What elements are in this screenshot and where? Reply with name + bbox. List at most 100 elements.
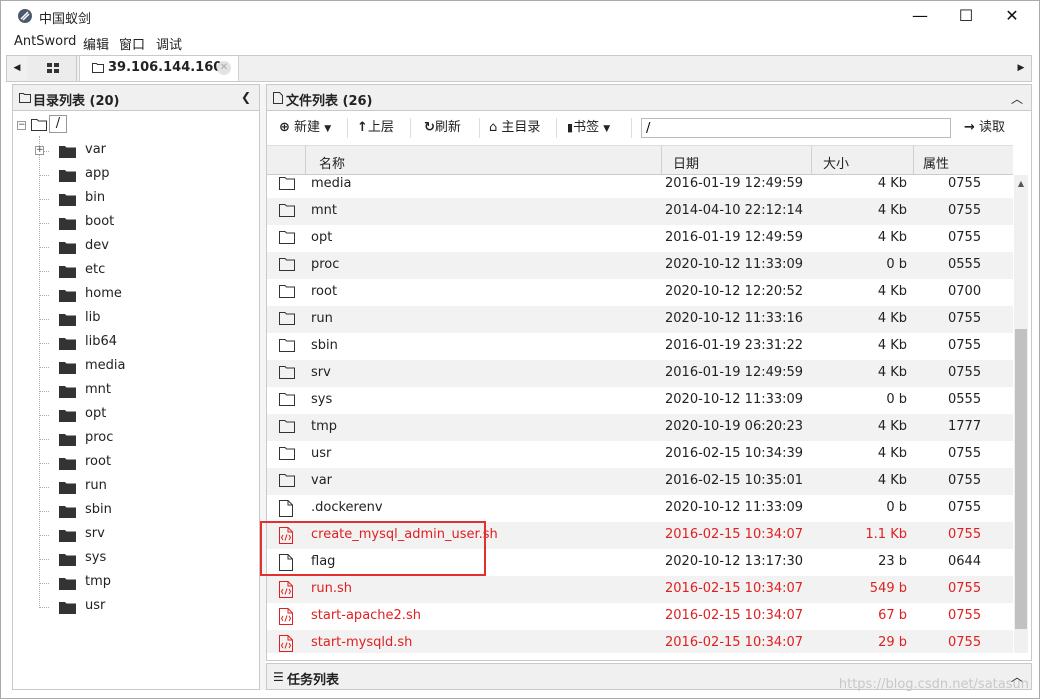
folder-icon [59,170,76,182]
file-attr: 1777 [948,419,982,434]
table-row[interactable]: srv 2016-01-19 12:49:59 4 Kb 0755 [267,360,1013,387]
home-button-label: 主目录 [501,120,541,135]
menu-window[interactable]: 窗口 [119,34,145,53]
tree-item-usr[interactable]: usr [39,596,227,618]
up-button[interactable]: ↑上层 [357,118,394,138]
maximize-button[interactable]: ☐ [943,1,989,31]
table-row[interactable]: start-apache2.sh 2016-02-15 10:34:07 67 b 0… [267,603,1013,630]
file-size: 1.1 Kb [865,527,907,542]
file-size: 549 b [869,581,907,596]
table-row[interactable]: run 2020-10-12 11:33:16 4 Kb 0755 [267,306,1013,333]
menu-edit[interactable]: 编辑 [83,34,109,53]
table-row[interactable]: sys 2020-10-12 11:33:09 0 b 0555 [267,387,1013,414]
expand-toggle-icon[interactable]: + [35,146,44,155]
table-row[interactable]: opt 2016-01-19 12:49:59 4 Kb 0755 [267,225,1013,252]
bookmark-button[interactable]: ▮书签 ▼ [567,118,610,138]
tab-scroll-left-icon[interactable]: ◀ [7,56,27,81]
table-row[interactable]: tmp 2020-10-19 06:20:23 4 Kb 1777 [267,414,1013,441]
file-grid-scrollbar[interactable]: ▲ [1014,175,1028,653]
file-name: start-mysqld.sh [311,635,413,650]
tree-item-tmp[interactable]: tmp [39,572,227,594]
tree-item-sys[interactable]: sys [39,548,227,570]
column-header-name[interactable]: 名称 [319,153,345,172]
table-row[interactable]: var 2016-02-15 10:35:01 4 Kb 0755 [267,468,1013,495]
column-header-attr[interactable]: 属性 [923,153,949,172]
tree-item-dev[interactable]: dev [39,236,227,258]
scroll-up-icon[interactable]: ▲ [1014,179,1028,188]
file-size: 23 b [878,554,907,569]
table-row[interactable]: run.sh 2016-02-15 10:34:07 549 b 0755 [267,576,1013,603]
folder-icon [59,386,76,398]
table-row[interactable]: media 2016-01-19 12:49:59 4 Kb 0755 [267,175,1013,198]
menu-debug[interactable]: 调试 [156,34,182,53]
folder-icon [59,290,76,302]
tree-root-node[interactable]: / [49,115,67,133]
file-panel-header: 文件列表 (26) ︿ [267,85,1031,111]
folder-icon [59,314,76,326]
tree-item-media[interactable]: media [39,356,227,378]
collapse-up-icon[interactable]: ︿ [1011,90,1023,107]
tab-close-icon[interactable]: ✕ [217,61,231,75]
folder-outline-icon [279,231,295,244]
table-row[interactable]: root 2020-10-12 12:20:52 4 Kb 0700 [267,279,1013,306]
close-button[interactable]: ✕ [989,1,1035,31]
tree-item-lib[interactable]: lib [39,308,227,330]
file-attr: 0644 [948,554,982,569]
tree-item-lib64[interactable]: lib64 [39,332,227,354]
tree-item-root[interactable]: root [39,452,227,474]
caret-down-icon: ▼ [603,124,611,134]
file-size: 4 Kb [877,203,907,218]
minimize-button[interactable]: — [897,1,943,31]
tree-item-bin[interactable]: bin [39,188,227,210]
column-header-size[interactable]: 大小 [823,153,849,172]
file-date: 2016-02-15 10:34:39 [665,446,804,461]
table-row[interactable]: proc 2020-10-12 11:33:09 0 b 0555 [267,252,1013,279]
arrow-right-icon: → [964,120,975,135]
collapse-left-icon[interactable]: ❮ [241,90,251,104]
tree-item-label: bin [85,190,106,205]
tree-item-run[interactable]: run [39,476,227,498]
window-title: 中国蚁剑 [39,12,92,27]
tree-item-proc[interactable]: proc [39,428,227,450]
tab-host[interactable]: 39.106.144.160 ✕ [79,56,239,81]
tree-item-opt[interactable]: opt [39,404,227,426]
tree-guide-line [39,391,49,392]
folder-icon [59,554,76,566]
file-date: 2020-10-12 11:33:09 [665,500,804,515]
tab-scroll-right-icon[interactable]: ▶ [1011,56,1031,81]
folder-outline-icon [279,393,295,406]
tree-item-sbin[interactable]: sbin [39,500,227,522]
collapse-toggle-icon[interactable]: − [17,121,26,130]
tree-item-etc[interactable]: etc [39,260,227,282]
tree-guide-line [39,199,49,200]
column-header-date[interactable]: 日期 [673,153,699,172]
table-row[interactable]: usr 2016-02-15 10:34:39 4 Kb 0755 [267,441,1013,468]
tree-item-srv[interactable]: srv [39,524,227,546]
tree-item-label: tmp [85,574,112,589]
table-row[interactable]: mnt 2014-04-10 22:12:14 4 Kb 0755 [267,198,1013,225]
tree-item-var[interactable]: + var [35,140,227,162]
tree-guide-line [39,487,49,488]
path-input[interactable] [641,118,951,138]
tree-guide-line [39,247,49,248]
tree-item-boot[interactable]: boot [39,212,227,234]
table-row[interactable]: sbin 2016-01-19 23:31:22 4 Kb 0755 [267,333,1013,360]
tree-item-mnt[interactable]: mnt [39,380,227,402]
refresh-button[interactable]: ↻刷新 [424,118,461,138]
folder-icon [59,218,76,230]
table-row[interactable]: start-mysqld.sh 2016-02-15 10:34:07 29 b 07… [267,630,1013,653]
file-name: sbin [311,338,338,353]
new-button[interactable]: ⊕ 新建 ▼ [279,118,331,138]
table-row[interactable]: .dockerenv 2020-10-12 11:33:09 0 b 0755 [267,495,1013,522]
tree-item-app[interactable]: app [39,164,227,186]
folder-outline-icon [279,447,295,460]
tree-item-label: root [85,454,112,469]
tree-item-home[interactable]: home [39,284,227,306]
folder-icon [59,146,76,158]
tab-home-grid[interactable] [27,56,77,81]
read-button[interactable]: → 读取 [964,118,1005,138]
home-button[interactable]: ⌂ 主目录 [489,118,540,138]
scrollbar-thumb[interactable] [1015,329,1027,629]
tree-item-label: app [85,166,110,181]
menu-antsword[interactable]: AntSword [14,34,76,49]
